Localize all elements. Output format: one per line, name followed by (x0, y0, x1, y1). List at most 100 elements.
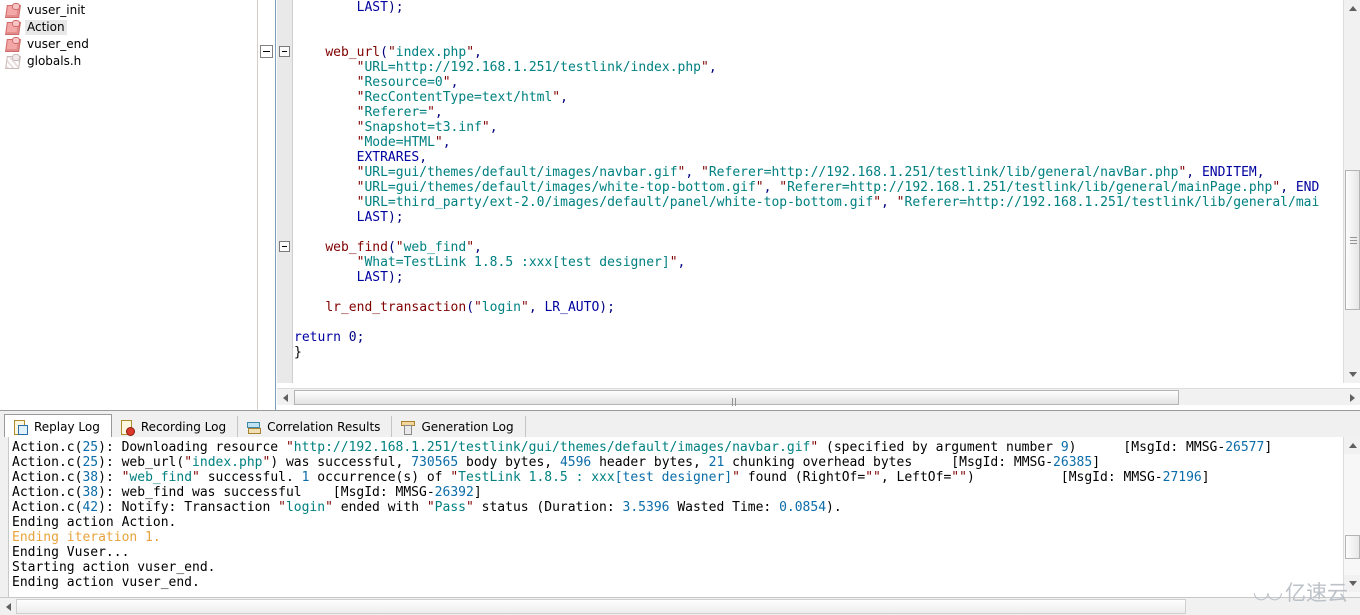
correlation-results-icon (245, 419, 262, 435)
code-token: " (427, 105, 435, 120)
chevron-down-icon (1348, 581, 1357, 586)
code-line: return 0; (294, 330, 1343, 345)
chevron-up-icon (1348, 443, 1357, 448)
code-line: LAST); (294, 0, 1343, 15)
log-token: ) (98, 500, 106, 515)
log-line: Starting action vuser_end. (12, 560, 1330, 575)
log-token: Ending action Action. (12, 515, 177, 530)
tree-item-label: Action (25, 20, 67, 35)
code-line: "What=TestLink 1.8.5 :xxx[test designer]… (294, 255, 1343, 270)
log-token: Action.c (12, 455, 75, 470)
top-split-area: vuser_init Action vuser_end globals.h LAST)… (0, 0, 1360, 420)
scroll-grip-icon (1350, 237, 1357, 244)
code-token: ENDITEM (1201, 165, 1257, 180)
editor-vertical-scrollbar[interactable] (1343, 0, 1360, 383)
log-token: ) (98, 470, 106, 485)
tree-item-vuser-end[interactable]: vuser_end (0, 36, 255, 53)
code-token: " (701, 165, 709, 180)
tab-label: Replay Log (34, 419, 100, 434)
code-token: , (560, 90, 568, 105)
tree-item-label: vuser_init (27, 3, 86, 17)
log-token: 730565 (411, 455, 459, 470)
tab-generation-log[interactable]: Generation Log (392, 416, 526, 438)
generation-log-icon (399, 419, 416, 435)
code-token: Snapshot=t3.inf (364, 120, 482, 135)
code-line: "URL=http://192.168.1.251/testlink/index… (294, 60, 1343, 75)
fold-marker-web-find[interactable] (279, 241, 290, 252)
editor-scroll-right-button[interactable] (1344, 389, 1360, 406)
tree-item-action[interactable]: Action (0, 19, 255, 36)
code-token: ); (387, 270, 404, 285)
log-token: Wasted Time: (669, 500, 780, 515)
code-token: , (442, 135, 451, 150)
code-token: login (481, 300, 521, 315)
log-token: ] (473, 485, 482, 500)
code-line: " URL=gui/themes/default/images/navbar.gi… (294, 165, 1343, 180)
log-scroll-left-button[interactable] (0, 598, 16, 615)
code-token: , (489, 120, 498, 135)
tab-recording-log[interactable]: Recording Log (111, 416, 239, 438)
tab-strip: Replay Log Recording Log Correlation Resul… (4, 413, 526, 438)
log-token: 27196 (1162, 470, 1202, 485)
editor-horizontal-scroll-thumb[interactable] (294, 390, 1179, 420)
log-token: Ending Vuser... (12, 545, 130, 560)
tab-correlation-results[interactable]: Correlation Results (238, 416, 393, 438)
code-token: Referer=http://192.168.1.251/testlink/li… (904, 195, 1320, 210)
log-token: " (192, 470, 200, 485)
code-text-area[interactable]: LAST); web_url("index.php", "URL=http://… (294, 0, 1343, 383)
action-piece-icon (4, 2, 22, 18)
log-token: ] (1092, 455, 1101, 470)
editor-scroll-down-button[interactable] (1344, 366, 1360, 383)
editor-scroll-left-button[interactable] (277, 389, 293, 406)
code-token: , (1280, 180, 1296, 195)
log-token: 4596 (559, 455, 592, 470)
log-horizontal-scroll-thumb[interactable] (16, 599, 1186, 614)
log-horizontal-scrollbar[interactable] (0, 597, 1360, 615)
code-token: } (294, 345, 302, 360)
log-token: Ending iteration 1. (12, 530, 161, 545)
fold-marker-web-url[interactable] (279, 46, 290, 57)
log-scroll-up-button[interactable] (1344, 437, 1360, 454)
log-token: status (Duration: (473, 500, 623, 515)
code-token: Mode=HTML (364, 135, 435, 150)
code-token: 0 (348, 330, 357, 345)
code-editor-panel[interactable]: LAST); web_url("index.php", "URL=http://… (277, 0, 1360, 420)
log-token: TestLink 1.8.5 : xxx (458, 470, 615, 485)
code-token: " (701, 60, 709, 75)
script-tree-panel[interactable]: vuser_init Action vuser_end globals.h (0, 0, 276, 410)
log-token: Action.c (12, 440, 75, 455)
log-token: ) (98, 440, 106, 455)
tree-item-vuser-init[interactable]: vuser_init (0, 2, 255, 19)
log-token: ) (98, 455, 106, 470)
code-token: URL=http://192.168.1.251/testlink/index.… (364, 60, 701, 75)
editor-scroll-up-button[interactable] (1344, 0, 1360, 17)
vugen-window: vuser_init Action vuser_end globals.h LAST)… (0, 0, 1360, 615)
log-vertical-scrollbar[interactable] (1343, 437, 1360, 597)
code-token: , (474, 240, 482, 255)
code-token: " (434, 135, 443, 150)
code-token: " (779, 180, 788, 195)
log-text-area[interactable]: Action.c(25): Downloading resource "http… (12, 440, 1330, 595)
log-token: occurrence(s) of (309, 470, 451, 485)
log-token: " (184, 455, 193, 470)
log-token: 0.0854 (779, 500, 827, 515)
tab-label: Correlation Results (267, 420, 381, 434)
log-vertical-scroll-thumb[interactable] (1345, 535, 1360, 559)
log-line: Action.c(38): web_find was successful [M… (12, 485, 1330, 500)
log-line: Action.c(25): web_url("index.php") was s… (12, 455, 1330, 470)
log-scroll-down-button[interactable] (1344, 575, 1360, 592)
editor-vertical-scroll-thumb[interactable] (1345, 170, 1360, 310)
log-token: body bytes, (458, 455, 560, 470)
code-token: LR_AUTO (544, 300, 600, 315)
code-line: "Snapshot=t3.inf", (294, 120, 1343, 135)
code-token: , (881, 195, 897, 210)
code-fold-gutter[interactable] (277, 0, 293, 383)
tab-replay-log[interactable]: Replay Log (4, 414, 112, 438)
tree-item-globals-h[interactable]: globals.h (0, 53, 255, 70)
replay-log-panel[interactable]: Action.c(25): Downloading resource "http… (0, 437, 1360, 615)
code-line: web_url("index.php", (294, 45, 1343, 60)
tree-collapse-button[interactable] (260, 45, 273, 58)
code-token: lr_end_transaction (325, 300, 467, 315)
editor-horizontal-scrollbar[interactable] (277, 388, 1360, 420)
